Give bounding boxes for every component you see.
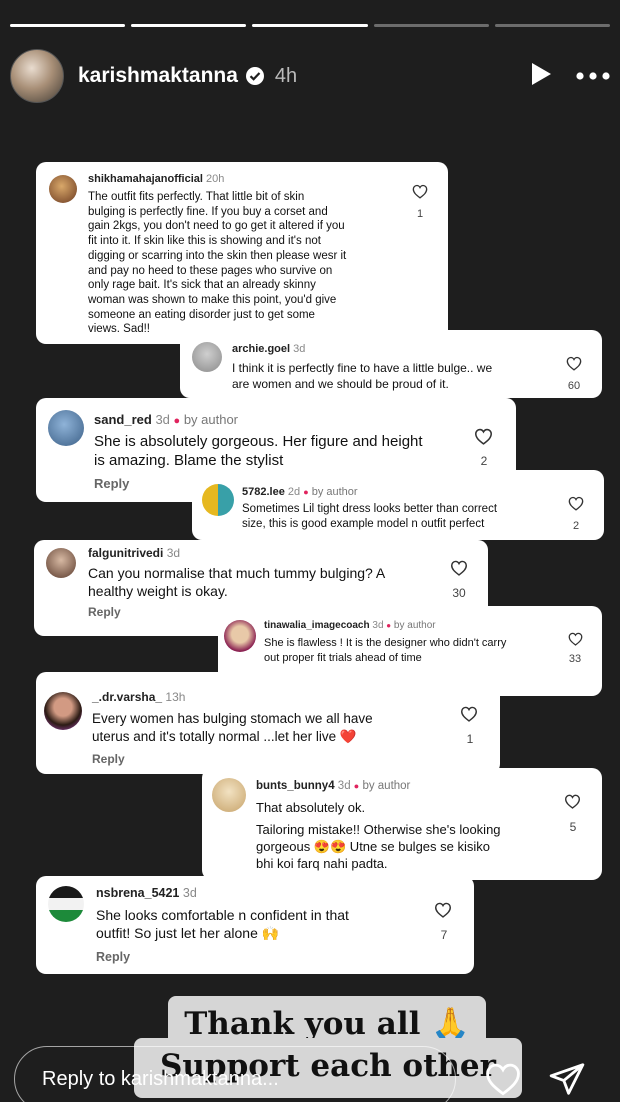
progress-segment	[252, 24, 368, 27]
story-view: karishmaktanna 4h shikhamahajanofficial …	[0, 0, 620, 1102]
comment-text: That absolutely ok. Tailoring mistake!! …	[256, 800, 501, 871]
comment-time: 20h	[206, 173, 225, 185]
post-time: 4h	[274, 64, 298, 87]
heart-icon[interactable]	[568, 632, 583, 646]
reply-placeholder: Reply to karishmaktanna...	[42, 1068, 279, 1090]
comment-username[interactable]: archie.goel	[232, 343, 290, 355]
commenter-avatar	[48, 410, 84, 446]
like-count: 7	[440, 928, 448, 942]
comment-text: She is absolutely gorgeous. Her figure a…	[94, 433, 423, 469]
heart-filled-icon: ●	[353, 781, 360, 791]
comment-card: _.dr.varsha_ 13h Every women has bulging…	[36, 672, 500, 774]
commenter-avatar	[212, 778, 246, 812]
heart-filled-icon: ●	[303, 487, 309, 497]
like-count: 2	[480, 454, 488, 468]
heart-icon[interactable]	[412, 184, 428, 199]
play-icon[interactable]	[530, 62, 552, 91]
story-header: karishmaktanna 4h	[10, 48, 610, 104]
comment-username[interactable]: nsbrena_5421	[96, 886, 179, 900]
comment-text: Sometimes Lil tight dress looks better t…	[242, 503, 498, 530]
like-count: 1	[466, 732, 474, 746]
reply-button[interactable]: Reply	[88, 605, 121, 619]
progress-segment	[494, 24, 611, 27]
heart-icon[interactable]	[566, 356, 582, 371]
comment-time: 2d	[287, 486, 301, 498]
commenter-avatar	[192, 342, 222, 372]
reply-button[interactable]: Reply	[96, 950, 130, 964]
commenter-avatar	[44, 692, 82, 730]
more-icon[interactable]	[576, 67, 610, 85]
comment-username[interactable]: shikhamahajanofficial	[88, 173, 203, 185]
by-author-label: by author	[362, 780, 411, 792]
reply-button[interactable]: Reply	[92, 752, 125, 766]
heart-icon[interactable]	[460, 706, 478, 722]
by-author-label: by author	[183, 412, 239, 427]
commenter-avatar	[224, 620, 256, 652]
like-count: 1	[416, 208, 424, 220]
heart-icon[interactable]	[474, 428, 493, 445]
commenter-avatar	[48, 886, 84, 922]
heart-icon[interactable]	[568, 496, 584, 511]
like-count: 2	[572, 520, 580, 532]
comment-text: I think it is perfectly fine to have a l…	[232, 361, 493, 391]
comment-username[interactable]: 5782.lee	[242, 486, 285, 498]
heart-icon[interactable]	[484, 1062, 522, 1101]
heart-icon[interactable]	[434, 902, 452, 918]
like-count: 30	[452, 586, 466, 600]
comment-time: 13h	[165, 690, 186, 704]
comment-text: She is flawless ! It is the designer who…	[264, 637, 507, 664]
comment-username[interactable]: bunts_bunny4	[256, 780, 335, 792]
like-count: 60	[567, 380, 581, 392]
by-author-label: by author	[311, 486, 358, 498]
story-progress	[10, 24, 611, 27]
progress-segment	[10, 24, 126, 27]
comment-time: 3d	[372, 620, 384, 631]
verified-icon	[245, 66, 265, 86]
progress-segment	[373, 24, 489, 27]
comment-username[interactable]: _.dr.varsha_	[92, 690, 162, 704]
heart-icon[interactable]	[450, 560, 468, 576]
send-icon[interactable]	[548, 1060, 586, 1102]
like-count: 33	[568, 653, 582, 665]
comment-time: 3d	[155, 412, 170, 427]
heart-icon[interactable]	[564, 794, 581, 809]
comment-card: nsbrena_5421 3d She looks comfortable n …	[36, 876, 474, 974]
heart-filled-icon: ●	[386, 621, 392, 630]
comment-time: 3d	[182, 886, 197, 900]
commenter-avatar	[46, 548, 76, 578]
reply-button[interactable]: Reply	[94, 476, 129, 491]
comment-text: Can you normalise that much tummy bulgin…	[88, 565, 386, 599]
comment-card: shikhamahajanofficial 20h The outfit fit…	[36, 162, 448, 344]
comment-text: Every women has bulging stomach we all h…	[92, 711, 373, 744]
avatar[interactable]	[10, 49, 64, 103]
comment-time: 3d	[337, 780, 351, 792]
comment-text: The outfit fits perfectly. That little b…	[88, 191, 347, 336]
commenter-avatar	[49, 175, 77, 203]
heart-filled-icon: ●	[173, 415, 181, 427]
comment-username[interactable]: tinawalia_imagecoach	[264, 620, 370, 631]
progress-segment	[131, 24, 247, 27]
comment-card: bunts_bunny4 3d ● by author That absolut…	[202, 768, 602, 880]
comment-time: 3d	[293, 343, 306, 355]
comment-card: archie.goel 3d I think it is perfectly f…	[180, 330, 602, 398]
comment-text: She looks comfortable n confident in tha…	[96, 907, 349, 941]
commenter-avatar	[202, 484, 234, 516]
like-count: 5	[569, 820, 577, 834]
comment-username[interactable]: sand_red	[94, 412, 152, 427]
comment-time: 3d	[166, 546, 181, 560]
comment-card: 5782.lee 2d ● by author Sometimes Lil ti…	[192, 470, 604, 540]
comment-username[interactable]: falgunitrivedi	[88, 546, 163, 560]
username[interactable]: karishmaktanna	[78, 64, 238, 88]
by-author-label: by author	[393, 620, 436, 631]
